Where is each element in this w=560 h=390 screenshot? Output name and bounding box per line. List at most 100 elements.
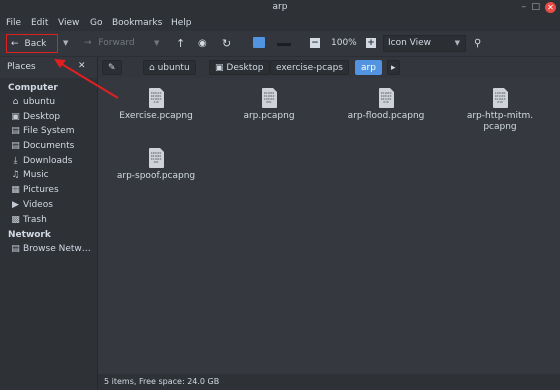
file-name: Exercise.pcapng (119, 111, 193, 121)
menu-edit[interactable]: Edit (31, 17, 48, 29)
back-history-dropdown-icon[interactable]: ▼ (63, 34, 68, 53)
network-icon: ▤ (11, 244, 20, 254)
toolbar: ← Back ▼ → Forward ▼ ↑ ◉ ↻ − 100% + Icon … (0, 31, 560, 56)
sidebar-item-label: Documents (23, 141, 75, 151)
view-mode-select[interactable]: Icon View ▼ (383, 35, 466, 52)
documents-icon: ▤ (11, 141, 20, 151)
stop-icon[interactable]: ◉ (198, 34, 207, 53)
file-name: arp.pcapng (243, 111, 295, 121)
file-name: arp-http-mitm. pcapng (466, 111, 534, 132)
search-icon[interactable]: ⚲ (474, 34, 481, 53)
sidebar-header: Places ✕ (0, 57, 98, 78)
pcapng-file-icon: 110100101101011010010 (492, 88, 508, 108)
menu-go[interactable]: Go (90, 17, 102, 29)
sidebar-section-network: Network (8, 230, 51, 240)
downloads-icon: ⤓ (13, 156, 18, 166)
file-name: arp-flood.pcapng (347, 111, 425, 121)
zoom-level: 100% (331, 38, 357, 48)
status-bar: 5 items, Free space: 24.0 GB (98, 374, 560, 390)
sidebar: Computer ⌂ ubuntu ▣ Desktop ▤ File System ▤… (0, 78, 98, 374)
menu-bookmarks[interactable]: Bookmarks (112, 17, 162, 29)
sidebar-item-ubuntu[interactable]: ⌂ ubuntu (11, 97, 96, 107)
close-sidebar-icon[interactable]: ✕ (78, 61, 86, 71)
drive-icon: ▤ (11, 126, 20, 136)
sidebar-title: Places (7, 62, 36, 72)
sidebar-item-browse-network[interactable]: ▤ Browse Netw… (11, 244, 96, 254)
file-name: arp-spoof.pcapng (116, 171, 196, 181)
sidebar-item-desktop[interactable]: ▣ Desktop (11, 112, 96, 122)
sidebar-item-videos[interactable]: ▶ Videos (11, 200, 96, 210)
sidebar-status (0, 374, 98, 390)
minus-icon: − (310, 38, 320, 48)
sidebar-item-label: Pictures (23, 185, 59, 195)
crumb-exercise-pcaps[interactable]: exercise-pcaps (270, 60, 349, 75)
view-mode-label: Icon View (388, 38, 432, 48)
trash-icon: ▩ (11, 215, 20, 225)
computer-icon[interactable] (277, 43, 291, 46)
sidebar-item-label: Downloads (23, 156, 73, 166)
plus-icon: + (366, 38, 376, 48)
sidebar-item-label: Videos (23, 200, 53, 210)
path-scroll-right-icon[interactable]: ▸ (387, 60, 400, 75)
pcapng-file-icon: 011010010110101101010 (378, 88, 394, 108)
menu-view[interactable]: View (58, 17, 79, 29)
sidebar-item-label: ubuntu (23, 97, 56, 107)
sidebar-item-pictures[interactable]: ▦ Pictures (11, 185, 96, 195)
videos-icon: ▶ (12, 200, 19, 210)
title-bar: arp – □ ✕ (0, 0, 560, 15)
music-icon: ♫ (11, 170, 20, 180)
reload-icon[interactable]: ↻ (222, 34, 231, 53)
sidebar-item-documents[interactable]: ▤ Documents (11, 141, 96, 151)
sidebar-item-music[interactable]: ♫ Music (11, 170, 96, 180)
chevron-down-icon: ▼ (454, 39, 460, 47)
file-item[interactable]: 110100101101011010010 arp-http-mitm. pca… (455, 88, 545, 133)
file-item[interactable]: 101001011010110101001 arp.pcapng (224, 88, 314, 122)
home-folder-icon[interactable] (253, 37, 265, 48)
forward-history-dropdown-icon[interactable]: ▼ (154, 34, 159, 53)
zoom-out-button[interactable]: − (310, 34, 320, 53)
back-label: Back (24, 39, 47, 49)
menu-bar: File Edit View Go Bookmarks Help (0, 15, 560, 31)
sidebar-item-label: Trash (23, 215, 47, 225)
back-button[interactable]: ← Back (6, 34, 58, 53)
menu-file[interactable]: File (6, 17, 21, 29)
sidebar-item-file-system[interactable]: ▤ File System (11, 126, 96, 136)
pcapng-file-icon: 010110101001011010110 (148, 88, 164, 108)
crumb-ubuntu[interactable]: ⌂ ubuntu (143, 60, 196, 75)
home-icon: ⌂ (149, 63, 155, 73)
sidebar-item-label: File System (23, 126, 75, 136)
path-bar: ✎ ⌂ ubuntu ▣ Desktop exercise-pcaps arp … (98, 57, 560, 78)
crumb-arp[interactable]: arp (355, 60, 382, 75)
pcapng-file-icon: 101001011010110101001 (261, 88, 277, 108)
window-title: arp (272, 2, 288, 12)
file-item[interactable]: 011010010110101101010 arp-flood.pcapng (341, 88, 431, 122)
desktop-icon: ▣ (11, 112, 20, 122)
file-view[interactable]: 010110101001011010110 Exercise.pcapng 10… (98, 78, 560, 374)
sidebar-item-label: Music (23, 170, 49, 180)
sidebar-item-label: Desktop (23, 112, 61, 122)
menu-help[interactable]: Help (171, 17, 192, 29)
pictures-icon: ▦ (11, 185, 20, 195)
zoom-in-button[interactable]: + (366, 34, 376, 53)
sidebar-item-label: Browse Netw… (23, 244, 91, 254)
sidebar-item-downloads[interactable]: ⤓ Downloads (11, 156, 96, 166)
pcapng-file-icon: 010101101001011010101 (148, 148, 164, 168)
up-arrow-icon[interactable]: ↑ (176, 34, 185, 53)
forward-button[interactable]: → Forward (84, 34, 135, 53)
arrow-right-icon: → (84, 38, 92, 48)
crumb-desktop[interactable]: ▣ Desktop (209, 60, 270, 75)
sidebar-section-computer: Computer (8, 83, 58, 93)
maximize-icon[interactable]: □ (531, 2, 540, 13)
file-item[interactable]: 010101101001011010101 arp-spoof.pcapng (111, 148, 201, 182)
home-icon: ⌂ (12, 97, 19, 107)
arrow-left-icon: ← (11, 39, 19, 49)
crumb-ubuntu-label: ubuntu (157, 63, 190, 73)
close-icon[interactable]: ✕ (545, 2, 556, 13)
crumb-desktop-label: Desktop (226, 63, 264, 73)
status-text: 5 items, Free space: 24.0 GB (104, 377, 220, 386)
sidebar-item-trash[interactable]: ▩ Trash (11, 215, 96, 225)
pencil-icon: ✎ (108, 63, 116, 73)
file-item[interactable]: 010110101001011010110 Exercise.pcapng (111, 88, 201, 122)
minimize-icon[interactable]: – (522, 2, 527, 13)
edit-path-button[interactable]: ✎ (102, 60, 122, 75)
